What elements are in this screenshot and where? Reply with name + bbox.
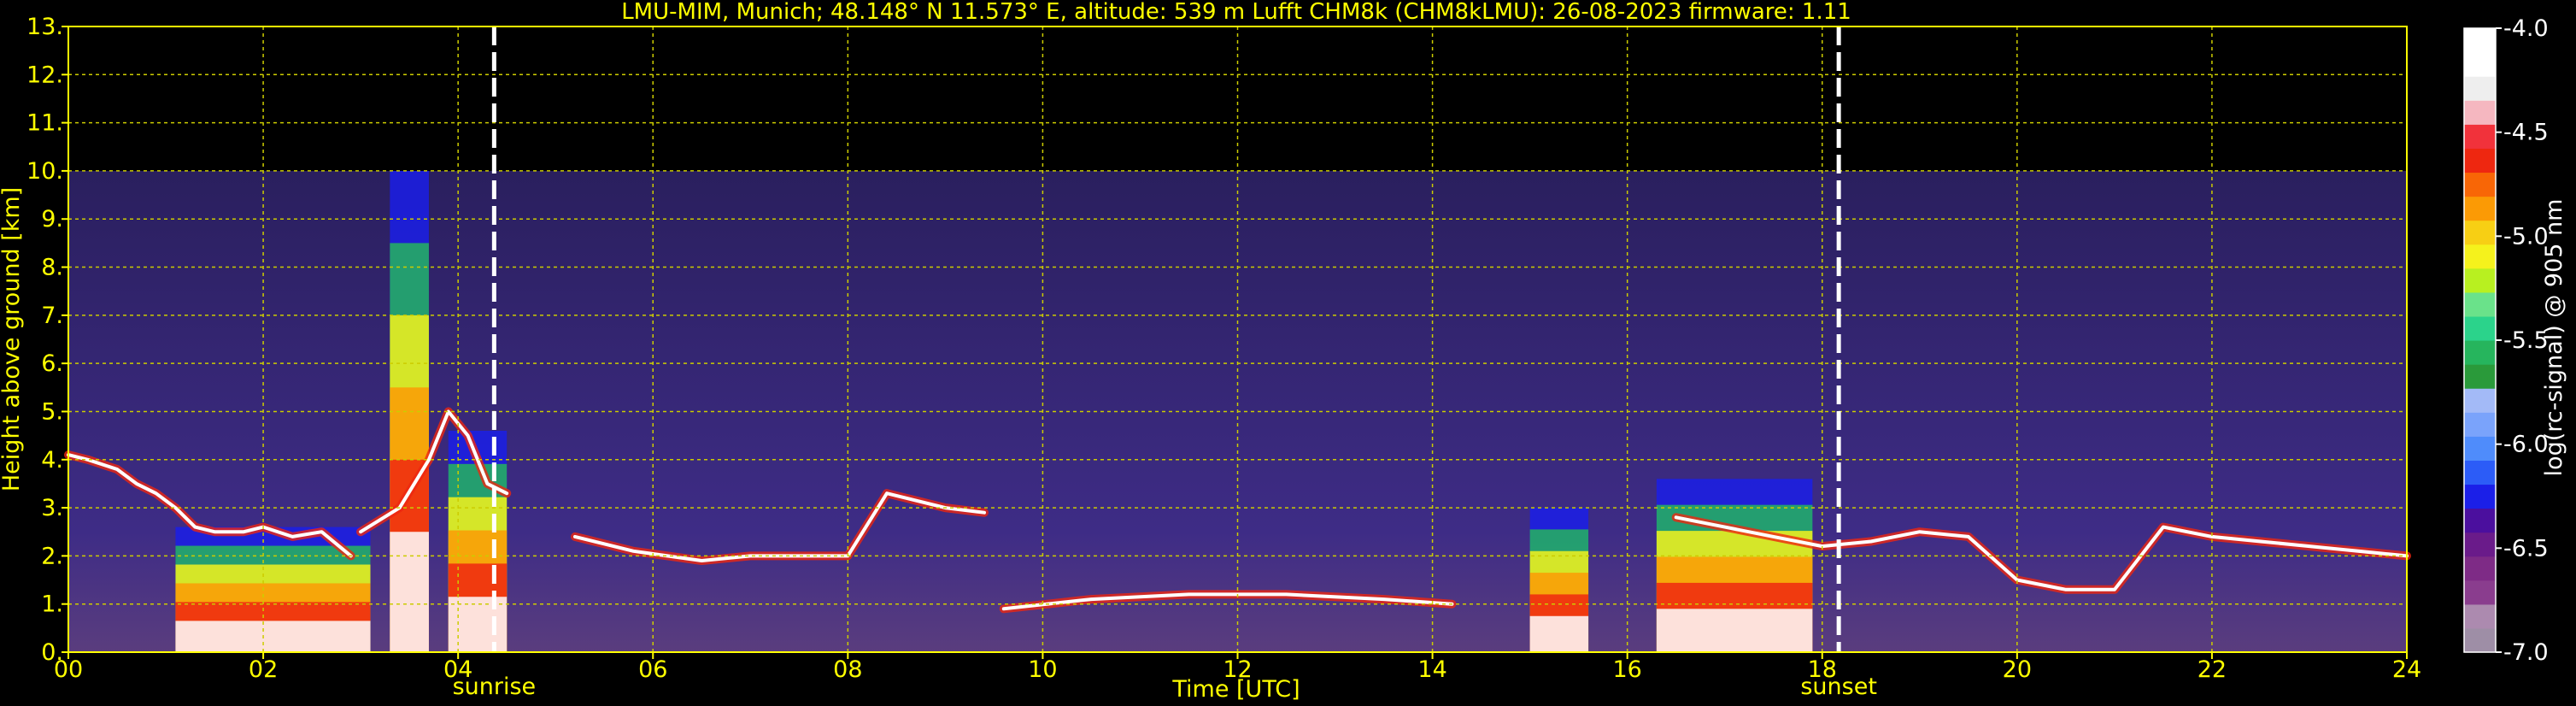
colorbar-segment — [2464, 532, 2496, 557]
colorbar-segment — [2464, 52, 2496, 77]
sunset-label: sunset — [1800, 674, 1877, 700]
colorbar-segment — [2464, 100, 2496, 125]
colorbar-segment — [2464, 268, 2496, 293]
colorbar-tick-label: -4.0 — [2503, 15, 2549, 42]
x-tick-label: 10 — [1028, 656, 1057, 683]
y-tick-label: 8. — [41, 255, 63, 281]
y-axis-label: Height above ground [km] — [0, 187, 25, 491]
y-tick-label: 10. — [26, 158, 63, 185]
y-tick-label: 3. — [41, 495, 63, 521]
dense-cloud-column-3-band-5 — [1529, 615, 1589, 652]
colorbar-segment — [2464, 124, 2496, 149]
colorbar-segment — [2464, 196, 2496, 221]
colorbar-tick-label: -4.5 — [2503, 120, 2549, 146]
colorbar-segment — [2464, 340, 2496, 365]
colorbar-segment — [2464, 364, 2496, 389]
x-tick-label: 00 — [54, 656, 83, 683]
y-tick-label: 6. — [41, 350, 63, 377]
colorbar-segment — [2464, 412, 2496, 437]
y-tick-label: 4. — [41, 447, 63, 474]
colorbar-segment — [2464, 76, 2496, 101]
colorbar-segment — [2464, 244, 2496, 269]
colorbar-label: log(rc-signal) @ 905 nm — [2541, 199, 2567, 477]
x-tick-label: 20 — [2003, 656, 2032, 683]
x-tick-label: 02 — [249, 656, 278, 683]
x-axis-label: Time [UTC] — [1171, 676, 1300, 703]
y-tick-label: 13. — [26, 14, 63, 40]
y-tick-label: 7. — [41, 303, 63, 329]
x-tick-label: 14 — [1417, 656, 1446, 683]
x-tick-label: 16 — [1612, 656, 1641, 683]
colorbar-segment — [2464, 484, 2496, 509]
dense-cloud-column-2-band-5 — [448, 597, 508, 652]
sunrise-label: sunrise — [453, 674, 537, 700]
colorbar-segment — [2464, 315, 2496, 341]
y-tick-label: 2. — [41, 543, 63, 569]
x-tick-label: 24 — [2392, 656, 2421, 683]
colorbar-segment — [2464, 436, 2496, 461]
y-tick-label: 1. — [41, 591, 63, 618]
chart-title: LMU-MIM, Munich; 48.148° N 11.573° E, al… — [621, 0, 1851, 25]
y-tick-label: 12. — [26, 62, 63, 88]
y-tick-label: 5. — [41, 398, 63, 425]
colorbar-segment — [2464, 460, 2496, 485]
y-tick-label: 11. — [26, 110, 63, 137]
colorbar-segment — [2464, 172, 2496, 197]
dense-cloud-column-4-band-5 — [1656, 609, 1813, 652]
colorbar-segment — [2464, 148, 2496, 174]
colorbar-segment — [2464, 556, 2496, 581]
x-tick-label: 06 — [638, 656, 667, 683]
ceilometer-backscatter-chart: 0.1.2.3.4.5.6.7.8.9.10.11.12.13. 00 02 04 0… — [0, 0, 2576, 706]
colorbar-tick-label: -6.5 — [2503, 535, 2549, 562]
colorbar-segment — [2464, 291, 2496, 317]
x-tick-label: 22 — [2198, 656, 2227, 683]
dense-cloud-column-1-band-5 — [390, 532, 429, 652]
x-tick-label: 08 — [833, 656, 862, 683]
dense-cloud-column-0-band-5 — [175, 621, 371, 652]
colorbar-segment — [2464, 508, 2496, 533]
colorbar-segment — [2464, 28, 2496, 53]
colorbar-segment — [2464, 220, 2496, 245]
colorbar-segment — [2464, 580, 2496, 605]
colorbar-segment — [2464, 603, 2496, 629]
colorbar-segment — [2464, 388, 2496, 413]
colorbar-tick-label: -7.0 — [2503, 639, 2549, 666]
colorbar-segment — [2464, 627, 2496, 653]
y-tick-label: 9. — [41, 206, 63, 232]
